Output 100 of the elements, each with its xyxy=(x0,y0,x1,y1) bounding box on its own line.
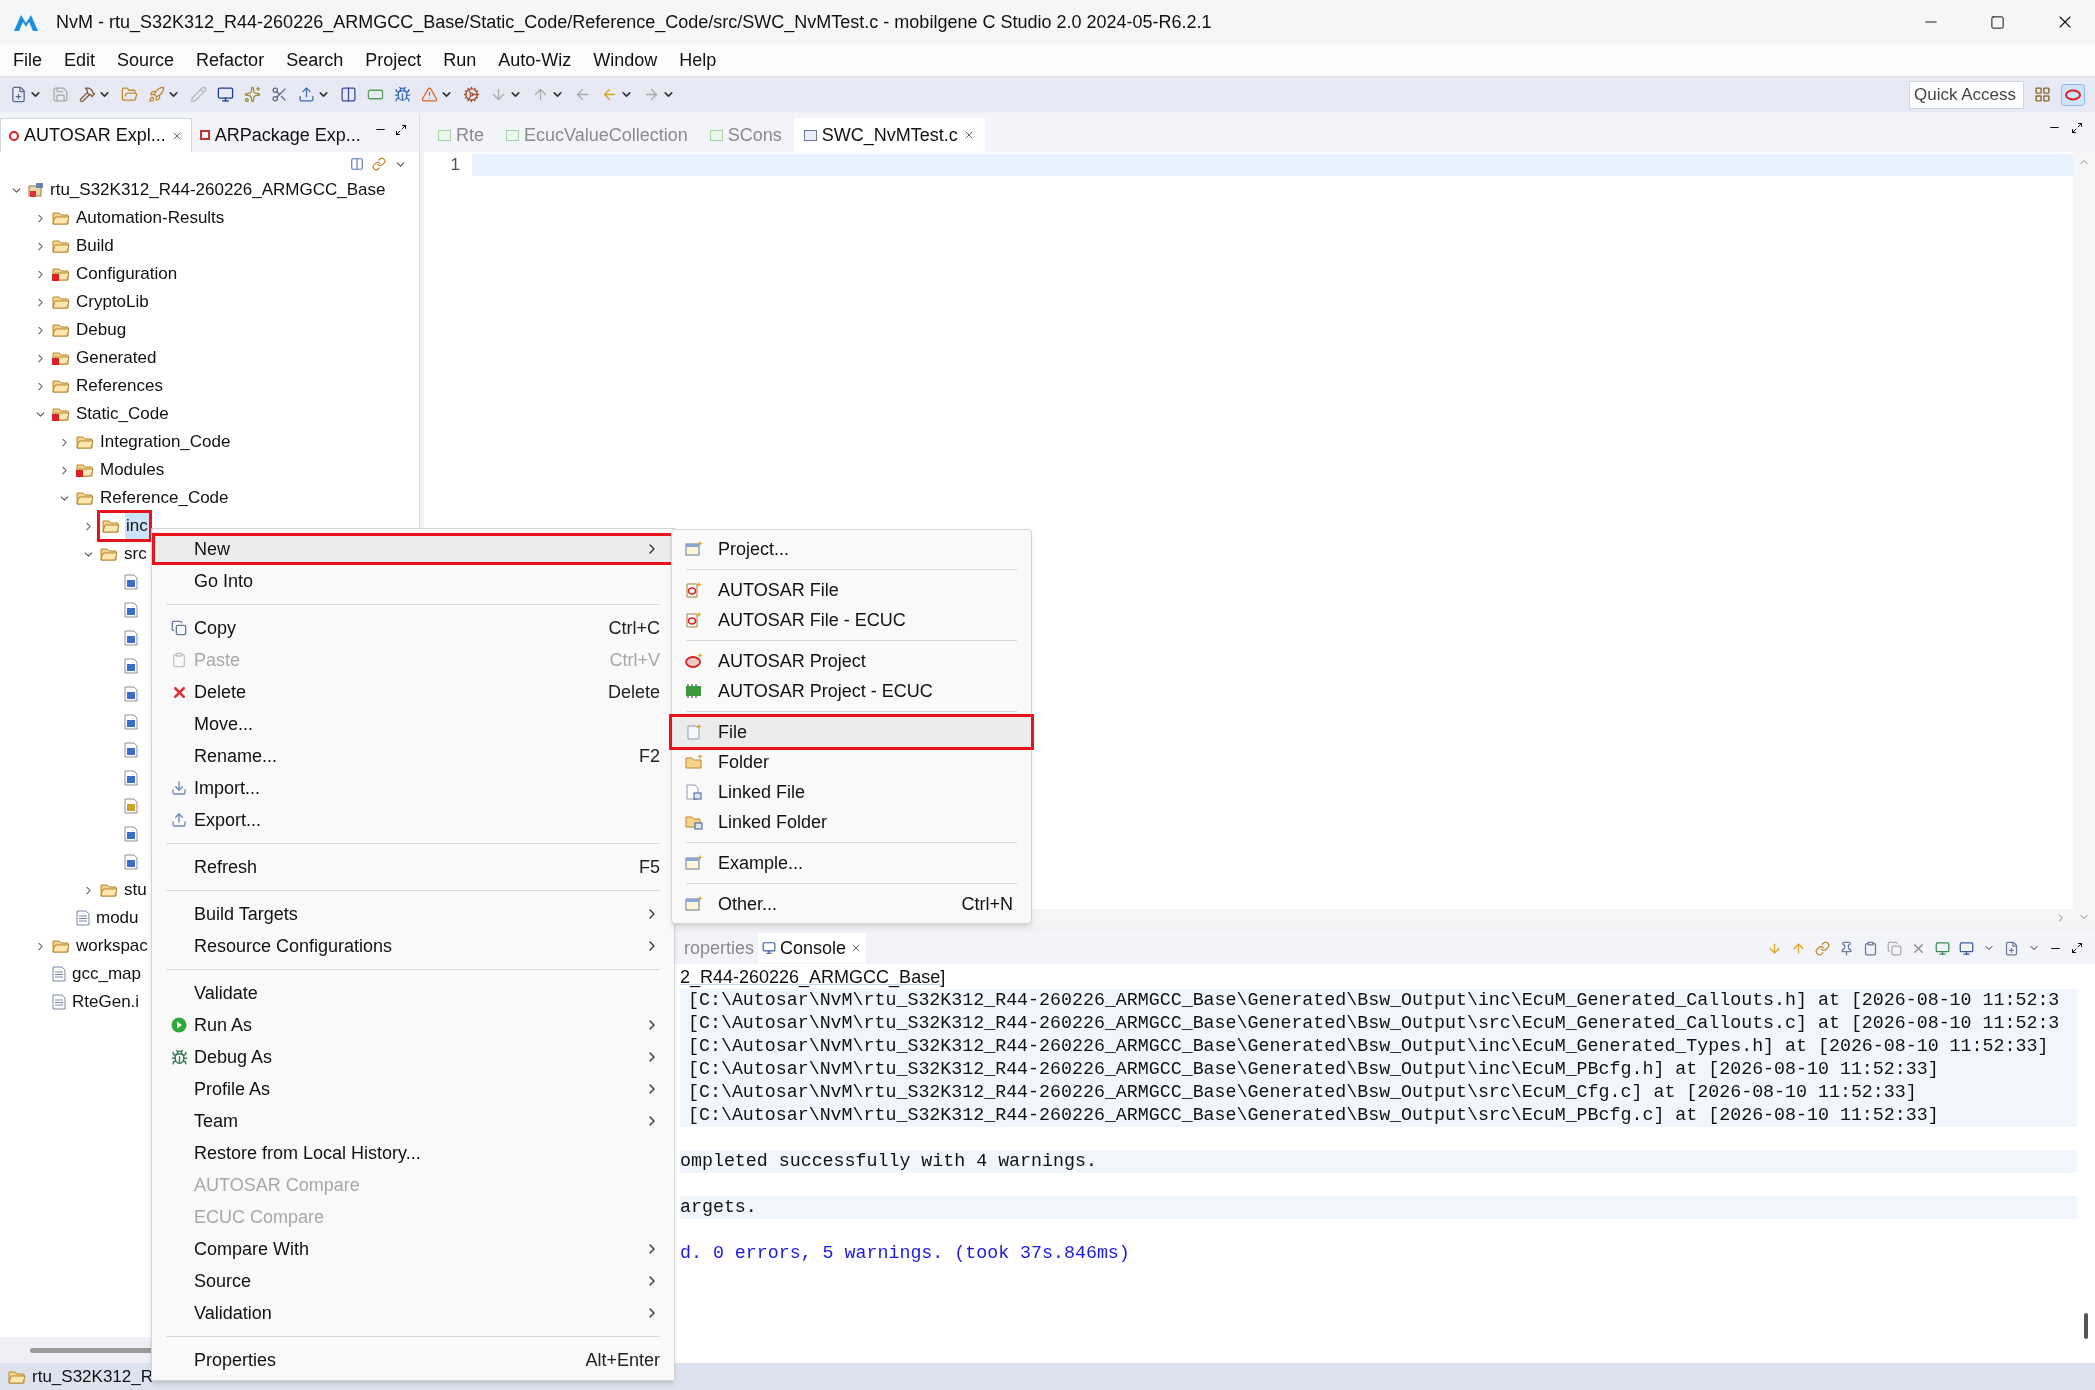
tree-item[interactable]: rtu_S32K312_R44-260226_ARMGCC_Base xyxy=(49,177,387,203)
menu-item[interactable]: Restore from Local History... xyxy=(152,1137,674,1169)
menu-item[interactable]: File xyxy=(672,717,1031,747)
menu-item[interactable]: Project xyxy=(365,46,422,74)
tree-item[interactable]: Reference_Code xyxy=(99,485,230,511)
menu-item[interactable]: Export... xyxy=(152,804,674,836)
menu-item[interactable]: Window xyxy=(593,46,658,74)
menu-item[interactable]: Run xyxy=(443,46,477,74)
bug-icon[interactable] xyxy=(394,86,411,103)
autosar-file-icon xyxy=(686,612,702,628)
tree-item[interactable]: modu xyxy=(95,905,140,931)
menu-item[interactable]: Refresh F5 xyxy=(152,851,674,883)
menu-item[interactable]: Move... xyxy=(152,708,674,740)
editor-tab[interactable]: SWC_NvMTest.c xyxy=(793,118,985,152)
tree-item[interactable]: Generated xyxy=(75,345,158,371)
menu-item[interactable]: Import... xyxy=(152,772,674,804)
maximize-icon[interactable] xyxy=(2071,942,2083,954)
console-icon[interactable] xyxy=(1959,940,1974,956)
pin-icon[interactable] xyxy=(1839,940,1854,956)
menu-item[interactable]: AUTOSAR File xyxy=(672,575,1031,605)
gears-icon[interactable] xyxy=(463,86,480,103)
arrow-down-icon[interactable] xyxy=(1767,940,1782,956)
tree-item[interactable]: Integration_Code xyxy=(99,429,232,455)
menu-item[interactable]: Team xyxy=(152,1105,674,1137)
menu-item[interactable]: Help xyxy=(679,46,717,74)
menu-item[interactable]: Search xyxy=(286,46,344,74)
menu-item[interactable]: Validation xyxy=(152,1297,674,1329)
tree-item[interactable]: workspac xyxy=(75,933,149,959)
project-icon xyxy=(28,182,44,198)
hammer-icon[interactable] xyxy=(79,86,96,103)
sparkle-icon[interactable] xyxy=(244,86,261,103)
shortcut-text: F5 xyxy=(639,855,660,879)
display-icon[interactable] xyxy=(1935,940,1950,956)
menu-item[interactable]: AUTOSAR Project xyxy=(672,646,1031,676)
tree-item[interactable]: Configuration xyxy=(75,261,179,287)
menu-item[interactable]: Project... xyxy=(672,534,1031,564)
tree-item[interactable]: Modules xyxy=(99,457,166,483)
menu-item[interactable]: File xyxy=(13,46,42,74)
autosar-perspective-icon[interactable] xyxy=(2061,83,2085,106)
menu-item[interactable]: Compare With xyxy=(152,1233,674,1265)
link-icon[interactable] xyxy=(1815,940,1830,956)
tree-item[interactable]: CryptoLib xyxy=(75,289,150,315)
tree-item[interactable]: Debug xyxy=(75,317,128,343)
columns-icon[interactable] xyxy=(340,86,357,103)
maximize-icon[interactable] xyxy=(2071,122,2083,134)
menu-item[interactable]: Rename... F2 xyxy=(152,740,674,772)
menu-item[interactable]: Source xyxy=(152,1265,674,1297)
menu-item[interactable]: Folder xyxy=(672,747,1031,777)
menu-item[interactable]: Edit xyxy=(64,46,96,74)
tree-item[interactable]: Build xyxy=(75,233,115,259)
tree-item[interactable]: stu xyxy=(123,877,148,903)
quick-access-field[interactable]: Quick Access xyxy=(1909,80,2024,109)
menu-item[interactable]: Properties Alt+Enter xyxy=(152,1344,674,1376)
source-file-icon xyxy=(124,798,138,814)
menu-item[interactable]: Example... xyxy=(672,848,1031,878)
menu-item[interactable]: Resource Configurations xyxy=(152,930,674,962)
bug-icon xyxy=(170,1048,188,1066)
menu-item[interactable]: Delete Delete xyxy=(152,676,674,708)
source-file-icon xyxy=(124,658,138,674)
menu-item[interactable]: Profile As xyxy=(152,1073,674,1105)
view-tab[interactable]: Console xyxy=(758,933,867,963)
source-file-icon xyxy=(124,630,138,646)
menu-item[interactable]: AUTOSAR File - ECUC xyxy=(672,605,1031,635)
text-file-icon xyxy=(52,994,66,1010)
folder-icon[interactable] xyxy=(121,86,138,103)
menu-item[interactable]: AUTOSAR Project - ECUC xyxy=(672,676,1031,706)
status-text: rtu_S32K312_R xyxy=(32,1365,153,1388)
menu-item[interactable]: Source xyxy=(117,46,175,74)
new-file-icon[interactable] xyxy=(10,86,27,103)
menu-item[interactable]: Validate xyxy=(152,977,674,1009)
view-tab[interactable]: AUTOSAR Expl... xyxy=(0,118,192,152)
tree-item[interactable]: inc xyxy=(125,513,149,539)
perspective-icon[interactable] xyxy=(2034,86,2051,103)
scissors-icon[interactable] xyxy=(271,86,288,103)
copy-icon[interactable] xyxy=(1887,940,1902,956)
menu-item[interactable]: Refactor xyxy=(196,46,265,74)
menu-item[interactable]: Build Targets xyxy=(152,898,674,930)
clipboard-icon[interactable] xyxy=(1863,940,1878,956)
new-console-icon[interactable] xyxy=(2004,940,2019,956)
tree-item[interactable]: RteGen.i xyxy=(71,989,141,1015)
link-icon[interactable] xyxy=(372,157,386,171)
line-number: 1 xyxy=(450,154,460,176)
menu-item[interactable]: Copy Ctrl+C xyxy=(152,612,674,644)
menu-item[interactable]: Run As xyxy=(152,1009,674,1041)
tree-item[interactable]: gcc_map xyxy=(71,961,142,987)
vertical-scrollbar[interactable] xyxy=(2084,1313,2088,1339)
tree-item[interactable]: References xyxy=(75,373,164,399)
menu-item[interactable]: Linked File xyxy=(672,777,1031,807)
menu-item[interactable]: New xyxy=(152,533,674,565)
folder-error-icon xyxy=(76,462,94,478)
maximize-icon[interactable] xyxy=(395,124,407,136)
tree-item[interactable]: Automation-Results xyxy=(75,205,226,231)
tree-item[interactable]: src xyxy=(123,541,148,567)
menu-item[interactable]: Debug As xyxy=(152,1041,674,1073)
menu-item[interactable]: Linked Folder xyxy=(672,807,1031,837)
tree-item[interactable]: Static_Code xyxy=(75,401,170,427)
menu-item[interactable]: Auto-Wiz xyxy=(498,46,572,74)
export-icon[interactable] xyxy=(298,86,315,103)
menu-item[interactable]: Other... Ctrl+N xyxy=(672,889,1031,919)
menu-item[interactable]: Go Into xyxy=(152,565,674,597)
